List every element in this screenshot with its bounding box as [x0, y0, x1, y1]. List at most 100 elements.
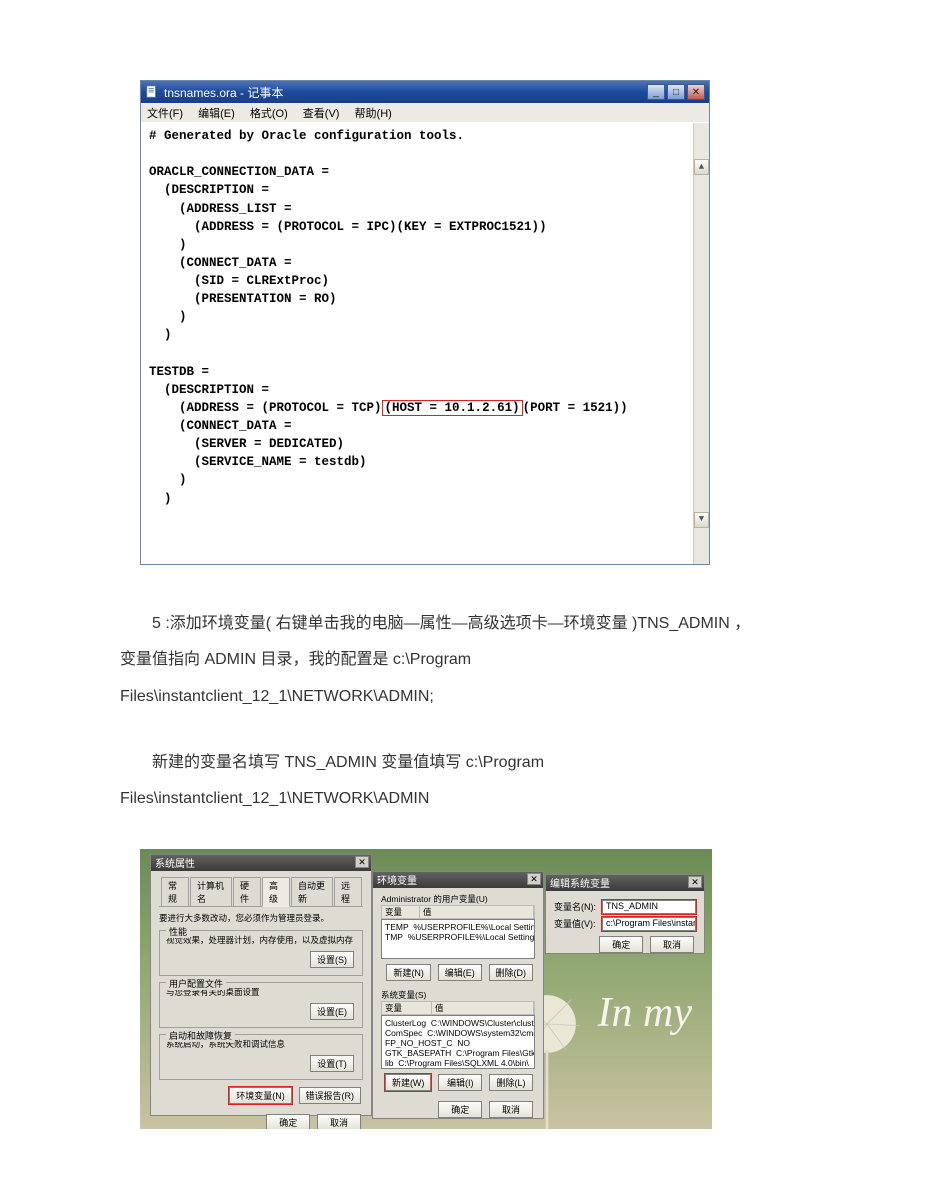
var-name-row: 变量名(N): TNS_ADMIN	[554, 900, 696, 914]
sys-edit-button[interactable]: 编辑(I)	[438, 1074, 482, 1091]
cancel-button[interactable]: 取消	[489, 1101, 533, 1118]
host-highlight: (HOST = 10.1.2.61)	[382, 400, 523, 416]
sys-delete-button[interactable]: 删除(L)	[489, 1074, 533, 1091]
menu-view[interactable]: 查看(V)	[303, 108, 340, 120]
edit-title: 编辑系统变量	[550, 875, 610, 890]
group-startup: 启动和故障恢复 系统启动，系统失败和调试信息 设置(T)	[159, 1034, 363, 1080]
list-item[interactable]: ClusterLog C:\WINDOWS\Cluster\cluster.lo…	[385, 1018, 531, 1028]
editor-line: # Generated by Oracle configuration tool…	[149, 129, 464, 143]
col-value: 值	[420, 906, 534, 918]
col-name: 变量	[382, 906, 420, 918]
edit-button[interactable]: 编辑(E)	[438, 964, 482, 981]
group-title: 性能	[166, 925, 190, 938]
notepad-editor[interactable]: # Generated by Oracle configuration tool…	[141, 123, 709, 564]
env-screenshot: In my 系统属性 ✕ 常规 计算机名 硬件	[140, 849, 712, 1129]
list-item[interactable]: ComSpec C:\WINDOWS\system32\cmd.exe	[385, 1028, 531, 1038]
settings-button[interactable]: 设置(S)	[310, 951, 354, 968]
editor-line: )	[149, 328, 172, 342]
env-vars-dialog: 环境变量 ✕ Administrator 的用户变量(U) 变量 值 TEMP …	[372, 871, 544, 1119]
editor-line: )	[149, 238, 187, 252]
menu-help[interactable]: 帮助(H)	[355, 108, 392, 120]
editor-line: (ADDRESS_LIST =	[149, 202, 292, 216]
notepad-icon	[145, 85, 159, 99]
maximize-button[interactable]: □	[667, 84, 685, 100]
env-title: 环境变量	[377, 872, 417, 887]
sys-vars-header: 系统变量(S)	[381, 990, 535, 1001]
notepad-menubar: 文件(F) 编辑(E) 格式(O) 查看(V) 帮助(H)	[141, 103, 709, 123]
doc-paragraph: 变量值指向 ADMIN 目录，我的配置是 c:\Program	[120, 641, 825, 679]
cancel-button[interactable]: 取消	[317, 1114, 361, 1129]
tab-computer[interactable]: 计算机名	[190, 877, 232, 906]
sys-vars-list[interactable]: ClusterLog C:\WINDOWS\Cluster\cluster.lo…	[381, 1015, 535, 1069]
scroll-down-icon[interactable]: ▼	[694, 512, 709, 528]
editor-line: )	[149, 310, 187, 324]
list-item[interactable]: TMP %USERPROFILE%\Local Settings\Temp	[385, 932, 531, 942]
menu-format[interactable]: 格式(O)	[250, 108, 288, 120]
user-vars-header: Administrator 的用户变量(U)	[381, 894, 535, 905]
tab-general[interactable]: 常规	[161, 877, 189, 906]
col-name: 变量	[382, 1002, 432, 1014]
vertical-scrollbar[interactable]: ▲ ▼	[693, 123, 709, 564]
group-title: 启动和故障恢复	[166, 1029, 235, 1042]
group-title: 用户配置文件	[166, 977, 226, 990]
var-value-input[interactable]: c:\Program Files\instantclient_12_1	[602, 917, 696, 931]
editor-line: (SID = CLRExtProc)	[149, 274, 329, 288]
ok-button[interactable]: 确定	[438, 1101, 482, 1118]
tab-update[interactable]: 自动更新	[291, 877, 333, 906]
close-icon[interactable]: ✕	[688, 876, 702, 888]
notepad-title: tnsnames.ora - 记事本	[164, 84, 645, 101]
cancel-button[interactable]: 取消	[650, 936, 694, 953]
col-value: 值	[432, 1002, 534, 1014]
close-button[interactable]: ✕	[687, 84, 705, 100]
sys-new-button[interactable]: 新建(W)	[385, 1074, 432, 1091]
close-icon[interactable]: ✕	[355, 856, 369, 868]
ok-button[interactable]: 确定	[599, 936, 643, 953]
group-performance: 性能 视觉效果，处理器计划，内存使用，以及虚拟内存 设置(S)	[159, 930, 363, 976]
minimize-button[interactable]: _	[647, 84, 665, 100]
editor-line: (ADDRESS = (PROTOCOL = TCP)	[149, 401, 382, 415]
close-icon[interactable]: ✕	[527, 873, 541, 885]
edit-titlebar[interactable]: 编辑系统变量 ✕	[546, 875, 704, 891]
user-vars-list[interactable]: TEMP %USERPROFILE%\Local Settings\Temp T…	[381, 919, 535, 959]
editor-line: TESTDB =	[149, 365, 209, 379]
env-vars-button[interactable]: 环境变量(N)	[229, 1087, 292, 1104]
editor-line: (SERVER = DEDICATED)	[149, 437, 344, 451]
list-item[interactable]: lib C:\Program Files\SQLXML 4.0\bin\	[385, 1058, 531, 1068]
list-item[interactable]: FP_NO_HOST_C NO	[385, 1038, 531, 1048]
var-name-input[interactable]: TNS_ADMIN	[602, 900, 696, 914]
ok-button[interactable]: 确定	[266, 1114, 310, 1129]
list-item[interactable]: GTK_BASEPATH C:\Program Files\GtkSharp\2…	[385, 1048, 531, 1058]
sysprops-notice: 要进行大多数改动，您必须作为管理员登录。	[159, 913, 363, 924]
editor-line: (DESCRIPTION =	[149, 383, 269, 397]
editor-line: )	[149, 473, 187, 487]
tab-hardware[interactable]: 硬件	[233, 877, 261, 906]
new-button[interactable]: 新建(N)	[386, 964, 431, 981]
doc-paragraph: Files\instantclient_12_1\NETWORK\ADMIN	[120, 780, 825, 818]
tab-advanced[interactable]: 高级	[262, 877, 290, 907]
document-page: tnsnames.ora - 记事本 _ □ ✕ 文件(F) 编辑(E) 格式(…	[0, 0, 945, 1189]
editor-line: (PORT = 1521))	[523, 401, 628, 415]
settings-button[interactable]: 设置(T)	[310, 1055, 354, 1072]
tab-remote[interactable]: 远程	[334, 877, 362, 906]
delete-button[interactable]: 删除(D)	[489, 964, 534, 981]
notepad-titlebar[interactable]: tnsnames.ora - 记事本 _ □ ✕	[141, 81, 709, 103]
editor-line: (CONNECT_DATA =	[149, 256, 292, 270]
settings-button[interactable]: 设置(E)	[310, 1003, 354, 1020]
list-item[interactable]: TEMP %USERPROFILE%\Local Settings\Temp	[385, 922, 531, 932]
var-value-row: 变量值(V): c:\Program Files\instantclient_1…	[554, 917, 696, 931]
env-titlebar[interactable]: 环境变量 ✕	[373, 872, 543, 888]
list-header: 变量 值	[381, 1001, 535, 1015]
scroll-up-icon[interactable]: ▲	[694, 159, 709, 175]
system-properties-dialog: 系统属性 ✕ 常规 计算机名 硬件 高级 自动更新 远程 要进行大多数改动，您必…	[150, 854, 372, 1116]
bg-text: In my	[598, 989, 692, 1037]
menu-edit[interactable]: 编辑(E)	[198, 108, 235, 120]
list-item[interactable]: NUMBER_OF_PR 2	[385, 1068, 531, 1069]
notepad-window: tnsnames.ora - 记事本 _ □ ✕ 文件(F) 编辑(E) 格式(…	[140, 80, 710, 565]
doc-paragraph: 5 :添加环境变量( 右键单击我的电脑—属性—高级选项卡—环境变量 )TNS_A…	[120, 605, 825, 643]
doc-paragraph: Files\instantclient_12_1\NETWORK\ADMIN;	[120, 678, 825, 716]
list-header: 变量 值	[381, 905, 535, 919]
menu-file[interactable]: 文件(F)	[147, 108, 183, 120]
edit-variable-dialog: 编辑系统变量 ✕ 变量名(N): TNS_ADMIN 变量值(V): c:\Pr…	[545, 874, 705, 954]
error-report-button[interactable]: 错误报告(R)	[299, 1087, 362, 1104]
sysprops-titlebar[interactable]: 系统属性 ✕	[151, 855, 371, 871]
